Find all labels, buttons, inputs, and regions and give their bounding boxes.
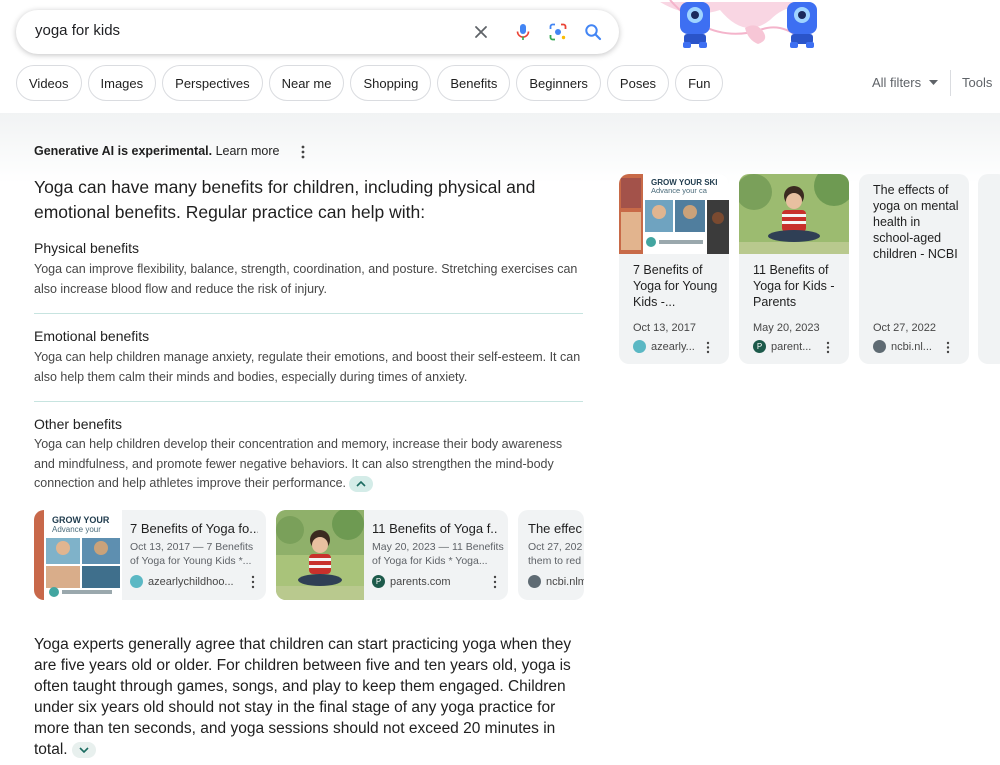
source-site-name: azearlychildhoo... xyxy=(148,575,234,588)
ai-summary-text: Yoga experts generally agree that childr… xyxy=(34,636,572,758)
source-site-name: parents.com xyxy=(390,575,451,588)
learn-more-link[interactable]: Learn more xyxy=(216,144,280,158)
more-options-icon[interactable] xyxy=(705,341,711,354)
close-icon[interactable] xyxy=(468,19,494,45)
thumb-advance-text: Advance your xyxy=(52,525,101,534)
source-card[interactable]: 11 Benefits of Yoga for Kids - Parents M… xyxy=(739,174,849,364)
source-site: P parents.com xyxy=(372,575,451,588)
chip-fun[interactable]: Fun xyxy=(675,65,724,101)
chevron-down-icon xyxy=(79,747,89,753)
source-title: The effec xyxy=(528,521,582,536)
toolbar-divider xyxy=(950,70,951,96)
expand-button[interactable] xyxy=(71,741,96,758)
chip-poses[interactable]: Poses xyxy=(606,65,670,101)
all-filters-label: All filters xyxy=(872,75,922,90)
ai-notice-text: Generative AI is experimental. xyxy=(34,144,213,158)
chip-near-me[interactable]: Near me xyxy=(268,65,345,101)
source-snippet: Oct 27, 202 them to red xyxy=(528,541,583,567)
source-site: azearly... xyxy=(633,340,695,353)
more-options-icon[interactable] xyxy=(825,341,831,354)
source-site: ncbi.nlm xyxy=(528,575,584,588)
site-favicon-icon: P xyxy=(372,575,385,588)
source-title: 11 Benefits of Yoga for Kids - Parents xyxy=(753,263,835,309)
ai-experimental-notice: Generative AI is experimental. Learn mor… xyxy=(34,144,280,158)
source-date: Oct 27, 2022 xyxy=(873,322,936,334)
source-site-name: parent... xyxy=(771,340,812,353)
more-options-icon[interactable] xyxy=(250,575,256,589)
ai-overview-lead: Yoga can have many benefits for children… xyxy=(34,177,536,222)
source-title: 7 Benefits of Yoga for Young Kids -... xyxy=(633,263,718,309)
source-card-peek[interactable] xyxy=(978,174,1000,364)
site-favicon-icon xyxy=(528,575,541,588)
section-divider xyxy=(34,313,583,314)
source-thumbnail xyxy=(276,510,364,600)
more-options-icon[interactable] xyxy=(492,575,498,589)
chip-beginners[interactable]: Beginners xyxy=(516,65,601,101)
section-body-emotional: Yoga can help children manage anxiety, r… xyxy=(34,350,581,384)
chip-videos[interactable]: Videos xyxy=(16,65,82,101)
site-favicon-icon xyxy=(130,575,143,588)
chip-benefits[interactable]: Benefits xyxy=(437,65,511,101)
source-thumbnail: GROW YOUR SKI Advance your ca xyxy=(619,174,729,254)
source-card[interactable]: The effec Oct 27, 202 them to red ncbi.n… xyxy=(518,510,584,600)
search-input[interactable]: yoga for kids xyxy=(35,22,120,39)
source-card[interactable]: The effects of yoga on mental health in … xyxy=(859,174,969,364)
section-body-other: Yoga can help children develop their con… xyxy=(34,435,584,494)
site-favicon-icon xyxy=(633,340,646,353)
thumb-grow-text: GROW YOUR xyxy=(52,515,110,525)
section-body-other-text: Yoga can help children develop their con… xyxy=(34,437,563,490)
section-divider xyxy=(34,401,583,402)
source-card[interactable]: GROW YOUR SKI Advance your ca 7 Benefits… xyxy=(619,174,729,364)
source-title: 11 Benefits of Yoga f... xyxy=(372,521,498,536)
caret-down-icon xyxy=(929,80,939,85)
source-snippet: May 20, 2023 — 11 Benefits of Yoga for K… xyxy=(372,541,504,567)
filter-chips: Videos Images Perspectives Near me Shopp… xyxy=(16,65,724,101)
chip-shopping[interactable]: Shopping xyxy=(350,65,432,101)
source-site: ncbi.nl... xyxy=(873,340,932,353)
source-site-name: azearly... xyxy=(651,340,695,353)
source-site-name: ncbi.nl... xyxy=(891,340,932,353)
all-filters-button[interactable]: All filters xyxy=(872,75,939,90)
thumb-advance-text: Advance your ca xyxy=(651,186,708,195)
search-icon[interactable] xyxy=(580,19,606,45)
chevron-up-icon xyxy=(356,480,367,487)
more-options-icon[interactable] xyxy=(296,144,310,160)
doodle-logo[interactable] xyxy=(650,0,840,52)
site-favicon-icon: P xyxy=(753,340,766,353)
source-thumbnail xyxy=(739,174,849,254)
section-title-other: Other benefits xyxy=(34,416,122,432)
source-card[interactable]: 11 Benefits of Yoga f... May 20, 2023 — … xyxy=(276,510,508,600)
source-site-name: ncbi.nlm xyxy=(546,575,584,588)
source-site: P parent... xyxy=(753,340,811,353)
source-title: The effects of yoga on mental health in … xyxy=(873,183,959,261)
section-title-physical: Physical benefits xyxy=(34,240,140,256)
section-body-physical: Yoga can improve flexibility, balance, s… xyxy=(34,262,578,296)
source-date: Oct 13, 2017 xyxy=(633,322,696,334)
source-site: azearlychildhoo... xyxy=(130,575,234,588)
source-card[interactable]: GROW YOUR Advance your 7 Benefits of Yog… xyxy=(34,510,266,600)
chip-images[interactable]: Images xyxy=(87,65,157,101)
camera-lens-icon[interactable] xyxy=(545,19,571,45)
mic-icon[interactable] xyxy=(510,19,536,45)
search-box[interactable]: yoga for kids xyxy=(16,10,619,54)
collapse-button[interactable] xyxy=(349,475,374,492)
chip-perspectives[interactable]: Perspectives xyxy=(162,65,263,101)
source-date: May 20, 2023 xyxy=(753,322,820,334)
more-options-icon[interactable] xyxy=(945,341,951,354)
source-title: 7 Benefits of Yoga fo... xyxy=(130,521,258,536)
site-favicon-icon xyxy=(873,340,886,353)
section-title-emotional: Emotional benefits xyxy=(34,328,150,344)
tools-button[interactable]: Tools xyxy=(962,75,992,90)
source-snippet: Oct 13, 2017 — 7 Benefits of Yoga for Yo… xyxy=(130,541,254,567)
source-thumbnail: GROW YOUR Advance your xyxy=(34,510,122,600)
ai-overview-summary: Yoga experts generally agree that childr… xyxy=(34,634,584,760)
